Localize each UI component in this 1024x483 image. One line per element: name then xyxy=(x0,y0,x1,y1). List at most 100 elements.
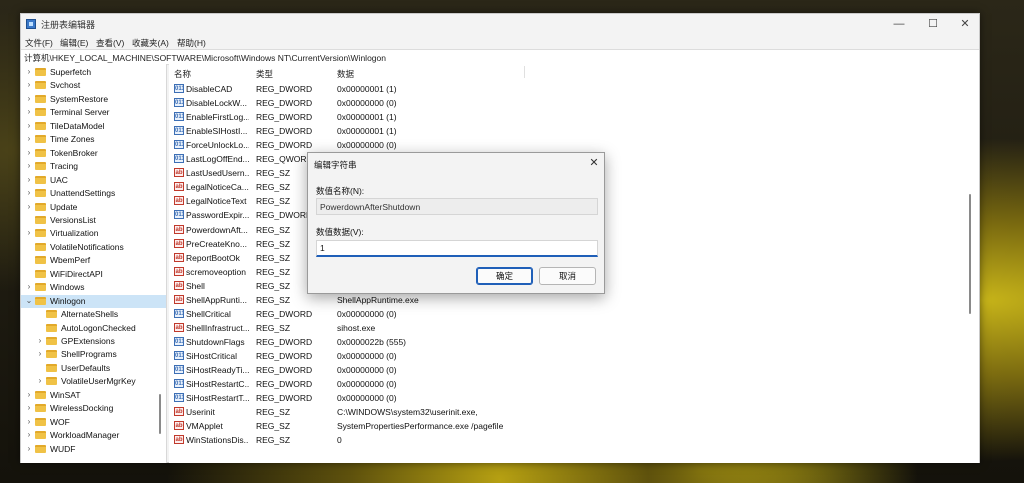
tree-item[interactable]: WiFiDirectAPI xyxy=(21,268,166,281)
tree-item[interactable]: › Time Zones xyxy=(21,133,166,146)
chevron-right-icon[interactable]: › xyxy=(36,349,44,358)
value-row[interactable]: ab ShellInfrastruct... REG_SZ sihost.exe xyxy=(169,321,979,335)
tree-item[interactable]: › TileDataModel xyxy=(21,120,166,133)
tree-item[interactable]: AutoLogonChecked xyxy=(21,322,166,335)
value-row[interactable]: 011 ForceUnlockLo... REG_DWORD 0x00000000 (… xyxy=(169,138,979,152)
chevron-right-icon[interactable]: › xyxy=(25,444,33,453)
tree-item[interactable]: › WorkloadManager xyxy=(21,429,166,442)
column-header-type[interactable]: 类型 xyxy=(256,68,273,80)
address-bar[interactable]: 计算机\HKEY_LOCAL_MACHINE\SOFTWARE\Microsof… xyxy=(21,49,979,65)
folder-icon xyxy=(46,323,57,332)
value-row[interactable]: 011 ShellCritical REG_DWORD 0x00000000 (0) xyxy=(169,307,979,321)
string-value-icon: ab xyxy=(174,224,184,234)
value-row[interactable]: 011 SiHostCritical REG_DWORD 0x00000000 (0) xyxy=(169,349,979,363)
tree-item[interactable]: › SystemRestore xyxy=(21,93,166,106)
chevron-right-icon[interactable]: › xyxy=(25,390,33,399)
value-name-label: 数值名称(N): xyxy=(316,186,365,196)
menu-favorites[interactable]: 收藏夹(A) xyxy=(132,37,169,49)
chevron-right-icon[interactable]: › xyxy=(25,175,33,184)
menu-edit[interactable]: 编辑(E) xyxy=(60,37,88,49)
tree-item[interactable]: › WOF xyxy=(21,416,166,429)
tree-item[interactable]: VolatileNotifications xyxy=(21,241,166,254)
chevron-right-icon[interactable]: › xyxy=(25,430,33,439)
chevron-down-icon[interactable]: ⌄ xyxy=(25,296,33,305)
chevron-right-icon[interactable]: › xyxy=(25,121,33,130)
value-row[interactable]: 011 DisableLockW... REG_DWORD 0x00000000 (0… xyxy=(169,96,979,110)
value-row[interactable]: 011 DisableCAD REG_DWORD 0x00000001 (1) xyxy=(169,82,979,96)
chevron-right-icon[interactable]: › xyxy=(36,376,44,385)
key-tree-pane[interactable]: › Superfetch › Svchost › SystemRestore › Termin… xyxy=(21,64,167,463)
menu-view[interactable]: 查看(V) xyxy=(96,37,124,49)
binary-value-icon: 011 xyxy=(174,112,184,122)
folder-icon xyxy=(35,202,46,211)
tree-item[interactable]: WbemPerf xyxy=(21,254,166,267)
tree-item[interactable]: › Svchost xyxy=(21,79,166,92)
tree-item[interactable]: › TokenBroker xyxy=(21,147,166,160)
chevron-right-icon[interactable]: › xyxy=(25,107,33,116)
value-type: REG_DWORD xyxy=(256,350,313,361)
tree-item[interactable]: UserDefaults xyxy=(21,362,166,375)
chevron-right-icon[interactable]: › xyxy=(25,148,33,157)
chevron-right-icon[interactable]: › xyxy=(25,202,33,211)
dialog-close-button[interactable]: ✕ xyxy=(586,155,602,171)
tree-item-label: WOF xyxy=(50,416,70,427)
tree-item[interactable]: › WUDF xyxy=(21,443,166,456)
chevron-right-icon[interactable]: › xyxy=(25,282,33,291)
value-row[interactable]: 011 ShutdownFlags REG_DWORD 0x0000022b (555… xyxy=(169,335,979,349)
value-row[interactable]: 011 SiHostRestartT... REG_DWORD 0x00000000 … xyxy=(169,391,979,405)
minimize-button[interactable]: — xyxy=(883,14,915,34)
chevron-right-icon[interactable]: › xyxy=(25,134,33,143)
value-name-field: PowerdownAfterShutdown xyxy=(316,198,598,215)
tree-item[interactable]: › Update xyxy=(21,201,166,214)
value-row[interactable]: ab VMApplet REG_SZ SystemPropertiesPerforma… xyxy=(169,419,979,433)
value-row[interactable]: 011 EnableFirstLog... REG_DWORD 0x00000001 … xyxy=(169,110,979,124)
close-button[interactable]: ✕ xyxy=(949,14,981,34)
ok-button[interactable]: 确定 xyxy=(476,267,533,285)
menu-help[interactable]: 帮助(H) xyxy=(177,37,206,49)
tree-item[interactable]: VersionsList xyxy=(21,214,166,227)
title-bar[interactable]: 注册表编辑器 — ☐ ✕ xyxy=(21,14,979,34)
tree-item[interactable]: ⌄ Winlogon xyxy=(21,294,166,308)
chevron-right-icon[interactable]: › xyxy=(25,80,33,89)
tree-item[interactable]: › GPExtensions xyxy=(21,335,166,348)
tree-item[interactable]: › Superfetch xyxy=(21,66,166,79)
value-data: 0x00000000 (0) xyxy=(337,350,397,361)
menu-file[interactable]: 文件(F) xyxy=(25,37,53,49)
chevron-right-icon[interactable]: › xyxy=(25,188,33,197)
tree-item[interactable]: › UnattendSettings xyxy=(21,187,166,200)
tree-item[interactable]: › Virtualization xyxy=(21,227,166,240)
tree-item[interactable]: AlternateShells xyxy=(21,308,166,321)
value-data: 0 xyxy=(337,435,342,446)
value-data: 0x00000000 (0) xyxy=(337,393,397,404)
chevron-right-icon[interactable]: › xyxy=(25,161,33,170)
chevron-right-icon[interactable]: › xyxy=(25,417,33,426)
chevron-right-icon[interactable]: › xyxy=(36,336,44,345)
chevron-right-icon[interactable]: › xyxy=(25,403,33,412)
maximize-button[interactable]: ☐ xyxy=(917,14,949,34)
tree-item[interactable]: › Terminal Server xyxy=(21,106,166,119)
chevron-right-icon[interactable]: › xyxy=(25,228,33,237)
value-row[interactable]: ab WinStationsDis... REG_SZ 0 xyxy=(169,433,979,447)
value-row[interactable]: 011 EnableSIHostI... REG_DWORD 0x00000001 (… xyxy=(169,124,979,138)
tree-item[interactable]: › Windows xyxy=(21,281,166,294)
string-value-icon: ab xyxy=(174,421,184,431)
column-divider[interactable] xyxy=(524,66,525,78)
chevron-right-icon[interactable]: › xyxy=(25,94,33,103)
column-header-data[interactable]: 数据 xyxy=(337,68,354,80)
tree-item[interactable]: › Tracing xyxy=(21,160,166,173)
value-data-input[interactable] xyxy=(316,240,598,257)
value-row[interactable]: ab Userinit REG_SZ C:\WINDOWS\system32\user… xyxy=(169,405,979,419)
value-row[interactable]: 011 SiHostRestartC... REG_DWORD 0x00000000 … xyxy=(169,377,979,391)
chevron-right-icon[interactable]: › xyxy=(25,67,33,76)
tree-item[interactable]: › UAC xyxy=(21,174,166,187)
column-header-name[interactable]: 名称 xyxy=(174,68,191,80)
value-row[interactable]: ab ShellAppRunti... REG_SZ ShellAppRuntime.… xyxy=(169,293,979,307)
tree-item[interactable]: › VolatileUserMgrKey xyxy=(21,375,166,388)
cancel-button[interactable]: 取消 xyxy=(539,267,596,285)
tree-item[interactable]: › WinSAT xyxy=(21,389,166,402)
value-row[interactable]: 011 SiHostReadyTi... REG_DWORD 0x00000000 (… xyxy=(169,363,979,377)
tree-item-label: Time Zones xyxy=(50,134,95,145)
tree-item[interactable]: › WirelessDocking xyxy=(21,402,166,415)
tree-item[interactable]: › ShellPrograms xyxy=(21,348,166,361)
tree-item-label: TokenBroker xyxy=(50,147,98,158)
